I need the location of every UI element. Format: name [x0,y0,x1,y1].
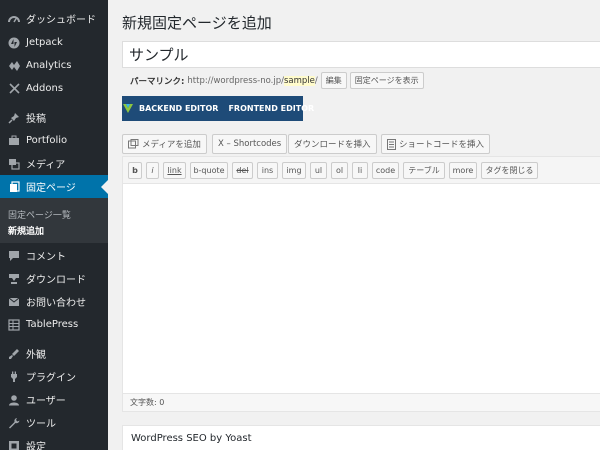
permalink-row: パーマリンク: http://wordpress-no.jp/sample / 編… [130,72,424,89]
sidebar-item-jetpack[interactable]: Jetpack [0,31,108,54]
portfolio-icon [4,135,24,146]
media-icon [4,158,24,170]
quicktag-italic-button[interactable]: i [146,162,159,179]
quicktag-code-button[interactable]: code [372,162,399,179]
sidebar-item-label: 投稿 [26,114,46,125]
frontend-editor-button[interactable]: FRONTEND EDITOR [223,96,319,121]
sidebar-item-label: お問い合わせ [26,298,86,309]
sidebar-item-pages[interactable]: 固定ページ [0,175,108,198]
admin-sidebar: ダッシュボード Jetpack Analytics Addons 投稿 Port… [0,0,108,450]
pin-icon [4,112,24,124]
sidebar-item-dashboard[interactable]: ダッシュボード [0,7,108,30]
quicktag-del-button[interactable]: del [232,162,253,179]
download-icon [4,273,24,285]
sidebar-item-media[interactable]: メディア [0,152,108,175]
quicktag-blockquote-button[interactable]: b-quote [190,162,228,179]
sidebar-item-label: 設定 [26,442,46,450]
shortcodes-button[interactable]: X – Shortcodes [212,134,288,154]
sidebar-item-label: コメント [26,252,66,263]
pages-submenu: 固定ページ一覧 新規追加 [0,198,108,243]
sidebar-item-label: Jetpack [26,37,63,48]
submenu-item-all-pages[interactable]: 固定ページ一覧 [8,208,71,221]
quicktag-ins-button[interactable]: ins [257,162,278,179]
sidebar-item-label: Analytics [26,60,72,71]
quicktag-ul-button[interactable]: ul [310,162,327,179]
mail-icon [4,297,24,307]
jetpack-icon [4,37,24,49]
submenu-item-add-new[interactable]: 新規追加 [8,224,44,237]
sidebar-item-comments[interactable]: コメント [0,244,108,267]
content-textarea[interactable] [123,184,600,393]
sidebar-item-tools[interactable]: ツール [0,411,108,434]
analytics-icon [4,60,24,72]
settings-icon [4,440,24,450]
plugin-icon [4,371,24,383]
insert-download-button[interactable]: ダウンロードを挿入 [288,134,377,154]
addons-icon [4,83,24,94]
sidebar-item-analytics[interactable]: Analytics [0,54,108,77]
insert-shortcode-button[interactable]: ショートコードを挿入 [381,134,491,154]
sidebar-item-label: ユーザー [26,396,66,407]
sidebar-item-label: ダッシュボード [26,15,96,26]
comment-icon [4,250,24,262]
pages-icon [4,180,24,193]
page-title: 新規固定ページを追加 [122,14,272,32]
quicktag-bold-button[interactable]: b [128,162,142,179]
sidebar-item-tablepress[interactable]: TablePress [0,313,108,336]
sidebar-item-portfolio[interactable]: Portfolio [0,129,108,152]
sidebar-item-label: TablePress [26,319,79,330]
sidebar-item-contact[interactable]: お問い合わせ [0,290,108,313]
sidebar-item-addons[interactable]: Addons [0,77,108,100]
user-icon [4,394,24,406]
sidebar-item-label: 外観 [26,350,46,361]
sidebar-item-users[interactable]: ユーザー [0,388,108,411]
permalink-slug[interactable]: sample [283,75,315,86]
quicktag-ol-button[interactable]: ol [331,162,348,179]
quicktag-li-button[interactable]: li [352,162,368,179]
sidebar-item-downloads[interactable]: ダウンロード [0,267,108,290]
appearance-icon [4,348,24,360]
media-icon [128,139,139,149]
quicktag-link-button[interactable]: link [163,162,186,179]
sidebar-item-posts[interactable]: 投稿 [0,106,108,129]
page-builder-bar: BACKEND EDITOR FRONTEND EDITOR [122,96,314,121]
sidebar-item-label: Portfolio [26,135,68,146]
tools-icon [4,417,24,429]
dashboard-icon [4,13,24,25]
sidebar-item-label: ダウンロード [26,275,86,286]
sidebar-item-label: 固定ページ [26,183,76,194]
sidebar-item-label: プラグイン [26,373,76,384]
add-media-label: メディアを追加 [142,140,201,150]
permalink-edit-button[interactable]: 編集 [320,72,347,89]
word-count: 文字数: 0 [123,393,600,411]
sidebar-item-label: メディア [26,160,66,171]
table-icon [4,318,24,331]
post-title-input[interactable] [122,41,600,68]
view-page-button[interactable]: 固定ページを表示 [349,72,424,89]
main-content: 新規固定ページを追加 パーマリンク: http://wordpress-no.j… [108,0,600,450]
quicktag-close-tags-button[interactable]: タグを閉じる [481,162,538,179]
seo-metabox-title[interactable]: WordPress SEO by Yoast [122,425,600,450]
quicktags-toolbar: b i link b-quote del ins img ul ol li co… [123,157,600,184]
permalink-label: パーマリンク: [130,76,185,87]
backend-editor-button[interactable]: BACKEND EDITOR [134,96,223,121]
quicktag-table-button[interactable]: テーブル [403,162,445,179]
sidebar-item-label: ツール [26,419,56,430]
visual-composer-logo-icon [122,96,134,121]
permalink-url-suffix: / [314,75,318,86]
shortcode-icon [387,138,396,150]
text-editor: b i link b-quote del ins img ul ol li co… [122,156,600,412]
quicktag-more-button[interactable]: more [449,162,477,179]
quicktag-img-button[interactable]: img [282,162,306,179]
sidebar-item-label: Addons [26,83,64,94]
sidebar-item-appearance[interactable]: 外観 [0,342,108,365]
insert-shortcode-label: ショートコードを挿入 [399,140,485,150]
permalink-url-prefix: http://wordpress-no.jp/ [187,75,284,86]
add-media-button[interactable]: メディアを追加 [122,134,207,154]
sidebar-item-plugins[interactable]: プラグイン [0,365,108,388]
sidebar-item-settings[interactable]: 設定 [0,434,108,450]
